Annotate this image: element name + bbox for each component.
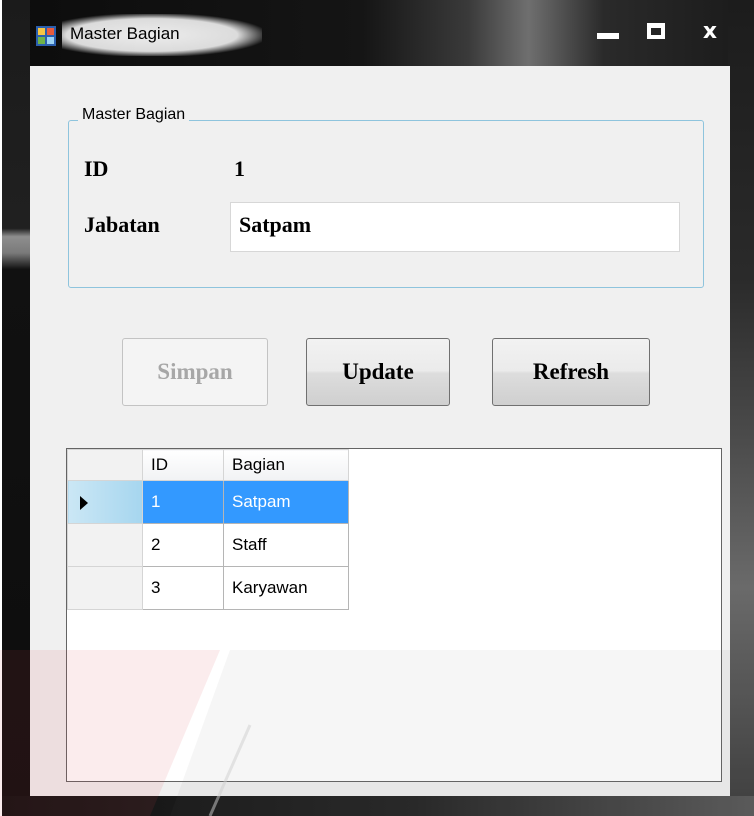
- table-row[interactable]: 1 Satpam: [67, 480, 349, 524]
- id-value: 1: [234, 156, 245, 181]
- cell-bagian[interactable]: Karyawan: [223, 566, 349, 610]
- window-title: Master Bagian: [70, 24, 180, 43]
- refresh-button[interactable]: Refresh: [492, 338, 650, 406]
- row-header[interactable]: [67, 566, 143, 610]
- bagian-data-grid[interactable]: ID Bagian 1 Satpam 2 Staff 3 Karyawan: [66, 448, 722, 782]
- table-row[interactable]: 3 Karyawan: [67, 566, 349, 610]
- maximize-icon: [647, 23, 665, 39]
- form-client-area: Master Bagian ID 1 Jabatan Satpam Simpan…: [30, 66, 730, 796]
- grid-header-row: ID Bagian: [67, 449, 349, 481]
- cell-id[interactable]: 2: [142, 523, 224, 567]
- minimize-icon: [597, 33, 619, 39]
- update-button[interactable]: Update: [306, 338, 450, 406]
- grid-corner-cell[interactable]: [67, 449, 143, 481]
- grid-table: ID Bagian 1 Satpam 2 Staff 3 Karyawan: [67, 449, 349, 610]
- frame-bottom-border: [2, 796, 754, 816]
- column-header-id[interactable]: ID: [142, 449, 224, 481]
- cell-bagian[interactable]: Satpam: [223, 480, 349, 524]
- column-header-bagian[interactable]: Bagian: [223, 449, 349, 481]
- row-header[interactable]: [67, 480, 143, 524]
- current-row-arrow-icon: [80, 495, 88, 510]
- close-icon: x: [702, 18, 718, 44]
- frame-left-border: [2, 0, 30, 816]
- minimize-button[interactable]: [586, 14, 630, 48]
- title-bar[interactable]: Master Bagian x: [30, 0, 730, 66]
- frame-right-border: [728, 0, 754, 816]
- jabatan-input[interactable]: Satpam: [230, 202, 680, 252]
- id-label: ID: [84, 156, 109, 181]
- cell-id[interactable]: 1: [142, 480, 224, 524]
- table-row[interactable]: 2 Staff: [67, 523, 349, 567]
- simpan-button[interactable]: Simpan: [122, 338, 268, 406]
- row-header[interactable]: [67, 523, 143, 567]
- app-window-icon[interactable]: [36, 26, 56, 46]
- cell-id[interactable]: 3: [142, 566, 224, 610]
- groupbox-legend: Master Bagian: [78, 106, 190, 124]
- cell-bagian[interactable]: Staff: [223, 523, 349, 567]
- maximize-button[interactable]: [634, 14, 678, 48]
- close-button[interactable]: x: [688, 14, 732, 48]
- jabatan-label: Jabatan: [84, 212, 160, 237]
- window-frame: Master Bagian x Master Bagian ID 1 Jabat…: [2, 0, 754, 816]
